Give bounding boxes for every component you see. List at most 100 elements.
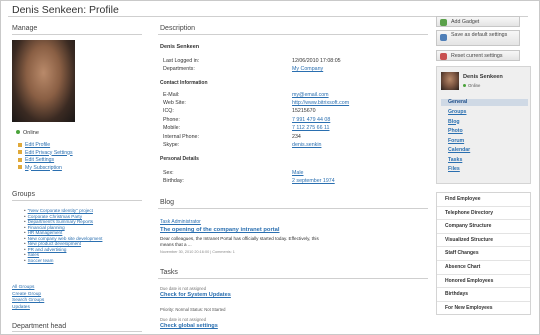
groups-list: "New Corporate Identity" project Corpora… <box>24 208 103 264</box>
menu-item-absence-chart[interactable]: Absence Chart <box>437 261 530 275</box>
departments-value[interactable]: My Company <box>292 66 323 73</box>
sex-label: Sex: <box>163 170 174 176</box>
blog-post-meta: November 30, 2010 20:16:00 | Comments: 1 <box>160 250 235 254</box>
lock-icon <box>18 150 22 155</box>
manage-divider <box>12 34 142 35</box>
online-dot-icon <box>16 130 20 134</box>
nav-forum[interactable]: Forum <box>448 137 470 147</box>
menu-item-new-employees[interactable]: For New Employees <box>437 302 530 316</box>
edit-privacy-label[interactable]: Edit Privacy Settings <box>25 150 73 156</box>
card-name: Denis Senkeen <box>463 74 503 80</box>
nav-blog[interactable]: Blog <box>448 118 470 128</box>
edit-icon <box>18 142 22 147</box>
department-head-heading: Department head <box>12 323 67 330</box>
blog-divider <box>158 208 428 209</box>
contact-label: E-Mail: <box>163 92 180 98</box>
email-value[interactable]: my@email.com <box>292 92 329 99</box>
nav-general[interactable]: General <box>441 99 528 106</box>
contact-label: Internal Phone: <box>163 134 199 140</box>
search-groups-link[interactable]: Search Groups <box>12 298 44 305</box>
profile-nav: Groups Blog Photo Forum Calendar Tasks F… <box>448 108 470 175</box>
blog-post-text: Dear colleagues, the Intranet Portal has… <box>160 236 319 247</box>
edit-privacy-link[interactable]: Edit Privacy Settings <box>18 150 73 158</box>
reset-icon <box>440 53 447 60</box>
contact-label: Mobile: <box>163 125 181 131</box>
sex-value[interactable]: Male <box>292 170 303 177</box>
tasks-heading: Tasks <box>160 269 178 276</box>
save-default-label: Save as default settings <box>451 32 508 38</box>
tasks-divider <box>158 278 428 279</box>
menu-item-staff-changes[interactable]: Staff Changes <box>437 247 530 261</box>
birthday-value[interactable]: 2 september 1974 <box>292 178 335 185</box>
skype-value[interactable]: denis.senkin <box>292 142 321 149</box>
contact-heading: Contact Information <box>160 80 208 86</box>
profile-name: Denis Senkeen <box>160 44 200 50</box>
menu-item-honored-employees[interactable]: Honored Employees <box>437 275 530 289</box>
subscription-link[interactable]: My Subscription <box>18 165 73 173</box>
department-head-divider <box>12 331 142 332</box>
task-title-link[interactable]: Check global settings <box>160 323 218 329</box>
menu-item-company-structure[interactable]: Company Structure <box>437 220 530 234</box>
description-divider <box>158 34 428 35</box>
blog-heading: Blog <box>160 199 175 206</box>
icq-value: 15215670 <box>292 108 316 114</box>
nav-photo[interactable]: Photo <box>448 127 470 137</box>
contact-label: Phone: <box>163 117 180 123</box>
menu-item-telephone-directory[interactable]: Telephone Directory <box>437 207 530 221</box>
company-menu: Find Employee Telephone Directory Compan… <box>436 192 531 315</box>
groups-heading: Groups <box>12 191 35 198</box>
last-logged-value: 12/06/2010 17:08:05 <box>292 58 341 64</box>
contact-label: Web Site: <box>163 100 186 106</box>
group-item[interactable]: Soccer team <box>24 258 102 264</box>
departments-label: Departments: <box>163 66 195 72</box>
subscription-label[interactable]: My Subscription <box>25 165 62 171</box>
group-item[interactable]: Department's Summary Reports <box>24 219 102 225</box>
nav-tasks[interactable]: Tasks <box>448 156 470 166</box>
online-label: Online <box>23 130 39 136</box>
edit-profile-link[interactable]: Edit Profile <box>18 142 73 150</box>
edit-settings-label[interactable]: Edit Settings <box>25 157 54 163</box>
card-status-label: Online <box>468 83 481 88</box>
plus-icon <box>440 19 447 26</box>
edit-settings-link[interactable]: Edit Settings <box>18 157 73 165</box>
blog-author-link[interactable]: Task Administrator <box>160 219 201 225</box>
website-value[interactable]: http://www.bitrixsoft.com <box>292 100 349 107</box>
task-title-link[interactable]: Check for System Updates <box>160 292 231 298</box>
reset-settings-button[interactable]: Reset current settings <box>436 50 520 61</box>
nav-files[interactable]: Files <box>448 165 470 175</box>
save-default-button[interactable]: Save as default settings <box>436 30 520 46</box>
add-gadget-button[interactable]: Add Gadget <box>436 16 520 27</box>
menu-item-birthdays[interactable]: Birthdays <box>437 288 530 302</box>
task-status: Priority: Normal Status: Not Started <box>160 307 226 312</box>
internal-phone-value: 234 <box>292 134 301 140</box>
online-status: Online <box>16 130 39 136</box>
profile-photo <box>12 40 75 122</box>
phone-value[interactable]: 7 991 479 44 08 <box>292 117 330 124</box>
updates-link[interactable]: Updates <box>12 305 44 312</box>
task-due: Due date is not assigned <box>160 317 207 322</box>
birthday-label: Birthday: <box>163 178 184 184</box>
nav-calendar[interactable]: Calendar <box>448 146 470 156</box>
contact-label: ICQ: <box>163 108 174 114</box>
menu-item-find-employee[interactable]: Find Employee <box>437 193 530 207</box>
last-logged-label: Last Logged in: <box>163 58 200 64</box>
subscription-icon <box>18 165 22 170</box>
groups-divider <box>12 200 142 201</box>
page-title: Denis Senkeen: Profile <box>12 4 119 16</box>
card-status: Online <box>463 83 480 88</box>
edit-profile-label[interactable]: Edit Profile <box>25 142 50 148</box>
description-heading: Description <box>160 25 196 32</box>
avatar <box>441 72 459 90</box>
contact-label: Skype: <box>163 142 180 148</box>
online-dot-icon <box>463 84 466 87</box>
menu-item-visualized-structure[interactable]: Visualized Structure <box>437 234 530 248</box>
nav-groups[interactable]: Groups <box>448 108 470 118</box>
manage-links: Edit Profile Edit Privacy Settings Edit … <box>18 142 73 172</box>
group-item[interactable]: "New Corporate Identity" project <box>24 208 102 214</box>
save-icon <box>440 34 447 41</box>
personal-heading: Personal Details <box>160 156 199 162</box>
mobile-value[interactable]: 7 112 275 66 11 <box>292 125 330 132</box>
group-links: All Groups Create Group Search Groups Up… <box>12 285 44 311</box>
manage-heading: Manage <box>12 25 38 32</box>
blog-post-title[interactable]: The opening of the company intranet port… <box>160 227 280 233</box>
